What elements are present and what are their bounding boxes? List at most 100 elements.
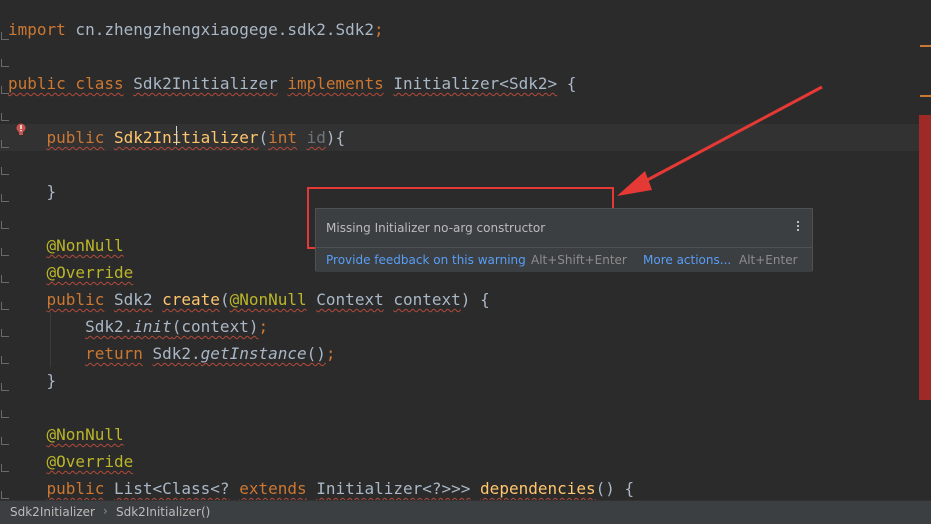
code-line[interactable] xyxy=(0,97,920,124)
text-caret xyxy=(176,126,177,145)
warning-bulb-icon[interactable] xyxy=(14,122,28,140)
provide-feedback-link[interactable]: Provide feedback on this warning xyxy=(326,253,526,267)
gutter-mark xyxy=(1,464,9,472)
code-token: Initializer<Sdk2> xyxy=(393,74,558,93)
code-token: Sdk2Initializer xyxy=(133,74,278,93)
code-token: Sdk2Initializer xyxy=(113,128,259,147)
code-line[interactable]: public Sdk2Initializer(int id){ xyxy=(0,124,920,151)
code-token: @NonNull xyxy=(46,236,124,255)
code-token: public xyxy=(46,290,105,309)
code-token: import xyxy=(8,20,66,39)
gutter-mark xyxy=(1,437,9,445)
code-token: List<Class<? xyxy=(113,479,230,498)
gutter-mark xyxy=(1,491,9,499)
code-token: { xyxy=(557,74,577,93)
code-line[interactable]: @NonNull xyxy=(0,421,920,448)
code-token: dependencies xyxy=(480,479,596,498)
gutter-mark xyxy=(1,329,9,337)
vertical-ellipsis-icon[interactable] xyxy=(792,219,804,235)
gutter-mark xyxy=(1,275,9,283)
breadcrumb: Sdk2Initializer › Sdk2Initializer() xyxy=(0,500,931,524)
scrollbar-error-stripe[interactable] xyxy=(919,115,931,400)
gutter-mark xyxy=(1,302,9,310)
code-line[interactable]: Sdk2.init(context); xyxy=(0,313,920,340)
breadcrumb-item-constructor[interactable]: Sdk2Initializer() xyxy=(116,505,210,519)
code-token: return xyxy=(85,344,143,363)
code-line[interactable] xyxy=(0,394,920,421)
code-token: } xyxy=(8,182,57,201)
code-token: create xyxy=(162,290,220,309)
code-token: getInstance xyxy=(200,344,307,363)
code-token: Context xyxy=(316,290,384,309)
code-token: ) { xyxy=(460,290,490,309)
code-line[interactable]: public Sdk2 create(@NonNull Context cont… xyxy=(0,286,920,313)
code-token: () xyxy=(306,344,326,363)
code-token: init xyxy=(133,317,172,336)
code-token: @Override xyxy=(46,452,134,471)
code-line[interactable] xyxy=(0,151,920,178)
feedback-shortcut: Alt+Shift+Enter xyxy=(531,253,627,267)
code-token: ; xyxy=(258,317,269,336)
gutter-mark xyxy=(1,32,9,40)
code-line[interactable]: public List<Class<? extends Initializer<… xyxy=(0,475,920,500)
code-token: extends xyxy=(239,479,307,498)
code-token: cn.zhengzhengxiaogege.sdk2.Sdk2 xyxy=(65,20,375,39)
code-token: context xyxy=(393,290,461,309)
code-token: public xyxy=(46,479,105,498)
gutter-mark xyxy=(1,356,9,364)
breadcrumb-item-class[interactable]: Sdk2Initializer xyxy=(10,505,95,519)
code-line[interactable]: @Override xyxy=(0,448,920,475)
code-token: @NonNull xyxy=(229,290,307,309)
more-actions-link[interactable]: More actions... xyxy=(643,253,731,267)
popup-action-bar: Provide feedback on this warning Alt+Shi… xyxy=(316,247,812,272)
code-token: ; xyxy=(325,344,336,363)
code-line[interactable]: } xyxy=(0,367,920,394)
code-token: } xyxy=(8,371,57,390)
gutter-mark xyxy=(1,383,9,391)
code-token: ){ xyxy=(325,128,346,147)
code-token: Sdk2. xyxy=(152,344,201,363)
code-token: @Override xyxy=(46,263,134,282)
code-token: public xyxy=(46,128,105,147)
code-token: ( xyxy=(219,290,230,309)
code-line[interactable]: return Sdk2.getInstance(); xyxy=(0,340,920,367)
gutter-mark xyxy=(1,194,9,202)
scrollbar-warning-mark[interactable] xyxy=(920,95,931,97)
code-token: id xyxy=(306,128,326,147)
code-token: Sdk2 xyxy=(113,290,153,309)
code-line[interactable] xyxy=(0,43,920,70)
gutter-mark xyxy=(1,140,9,148)
code-line[interactable]: public class Sdk2Initializer implements … xyxy=(0,70,920,97)
code-token: Sdk2. xyxy=(85,317,134,336)
code-token: () { xyxy=(595,479,635,498)
code-token: Initializer<?>>> xyxy=(316,479,471,498)
breadcrumb-separator: › xyxy=(103,504,108,518)
inspection-popup[interactable]: Missing Initializer no-arg constructor P… xyxy=(315,208,813,272)
gutter-mark xyxy=(1,167,9,175)
gutter-mark xyxy=(1,113,9,121)
code-token: @NonNull xyxy=(46,425,124,444)
code-line[interactable]: import cn.zhengzhengxiaogege.sdk2.Sdk2; xyxy=(0,16,920,43)
scrollbar-warning-mark[interactable] xyxy=(920,45,931,47)
code-token: ( xyxy=(258,128,269,147)
